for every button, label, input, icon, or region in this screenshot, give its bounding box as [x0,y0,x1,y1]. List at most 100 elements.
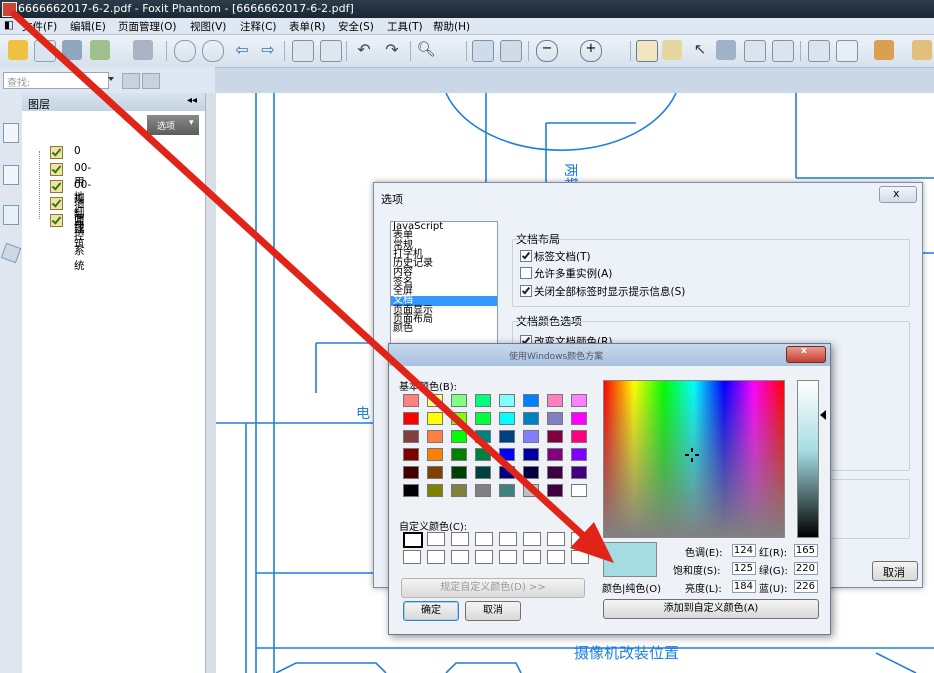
basic-color-swatch[interactable] [571,412,587,425]
color-close-button[interactable]: x [786,346,826,363]
layer-checkbox[interactable] [50,180,63,193]
foxit-app-icon[interactable] [2,2,17,17]
basic-color-swatch[interactable] [403,394,419,407]
basic-color-swatch[interactable] [523,412,539,425]
basic-color-swatch[interactable] [547,448,563,461]
search-input[interactable]: 查找: [3,72,109,89]
basic-color-swatch[interactable] [499,448,515,461]
custom-color-swatch[interactable] [403,550,421,564]
custom-color-swatch[interactable] [547,550,565,564]
layer-checkbox[interactable] [50,214,63,227]
search-dropdown-icon[interactable] [108,77,114,81]
basic-color-swatch[interactable] [475,430,491,443]
multi-instance-checkbox[interactable] [520,267,532,279]
form-icon[interactable] [836,40,858,62]
basic-color-swatch[interactable] [499,394,515,407]
basic-color-swatch[interactable] [547,466,563,479]
luminance-arrow-icon[interactable] [820,410,826,420]
basic-color-swatch[interactable] [451,484,467,497]
basic-color-swatch[interactable] [547,430,563,443]
hue-field[interactable]: 124 [732,544,756,557]
basic-color-swatch[interactable] [571,484,587,497]
basic-color-swatch[interactable] [403,466,419,479]
basic-color-swatch[interactable] [523,448,539,461]
basic-color-swatch[interactable] [499,484,515,497]
basic-color-swatch[interactable] [523,466,539,479]
green-field[interactable]: 220 [794,562,818,575]
basic-color-swatch[interactable] [475,412,491,425]
save-icon[interactable] [34,40,56,62]
stamp-icon[interactable] [874,40,894,60]
basic-color-swatch[interactable] [451,430,467,443]
print-icon[interactable] [62,40,82,60]
fit-page-icon[interactable] [472,40,494,62]
basic-color-swatch[interactable] [403,448,419,461]
basic-color-swatch[interactable] [523,394,539,407]
fit-width-icon[interactable] [500,40,522,62]
custom-color-swatch[interactable] [571,532,589,546]
prev-page-icon[interactable] [174,40,196,62]
basic-color-swatch[interactable] [523,430,539,443]
menu-app-icon[interactable]: ◧ [4,19,14,31]
redo-icon[interactable]: ↷ [382,40,402,60]
email-icon[interactable] [90,40,110,60]
custom-color-swatch[interactable] [499,532,517,546]
find-prev-icon[interactable] [122,73,140,89]
tab-docs-checkbox[interactable] [520,250,532,262]
menu-pages[interactable]: 页面管理(O) [118,19,176,34]
menu-edit[interactable]: 编辑(E) [70,19,106,34]
add-to-custom-colors-button[interactable]: 添加到自定义颜色(A) [603,599,819,619]
basic-color-swatch[interactable] [451,412,467,425]
menu-form[interactable]: 表单(R) [289,19,326,34]
basic-color-swatch[interactable] [475,466,491,479]
custom-color-swatch[interactable] [403,532,423,548]
undo-icon[interactable]: ↶ [354,40,374,60]
basic-color-swatch[interactable] [403,412,419,425]
text-box-icon[interactable] [744,40,766,62]
basic-color-swatch[interactable] [499,466,515,479]
image-icon[interactable] [772,40,794,62]
insert-icon[interactable] [320,40,342,62]
custom-color-swatch[interactable] [523,550,541,564]
luminance-slider[interactable] [797,380,819,538]
lum-field[interactable]: 184 [732,580,756,593]
custom-color-swatch[interactable] [499,550,517,564]
more-tools-icon[interactable] [912,40,932,60]
close-prompt-checkbox[interactable] [520,285,532,297]
zoom-out-icon[interactable]: − [536,40,558,62]
basic-color-swatch[interactable] [403,484,419,497]
basic-color-swatch[interactable] [427,430,443,443]
select-text-icon[interactable] [662,40,682,60]
basic-color-swatch[interactable] [499,412,515,425]
bookmarks-icon[interactable] [3,123,19,143]
options-cancel-button[interactable]: 取消 [872,561,918,581]
basic-color-swatch[interactable] [451,448,467,461]
menu-help[interactable]: 帮助(H) [433,19,470,34]
basic-color-swatch[interactable] [571,448,587,461]
collapse-icon[interactable]: ◂◂ [187,95,197,106]
custom-color-swatch[interactable] [427,532,445,546]
back-icon[interactable]: ⇦ [232,40,252,60]
basic-color-swatch[interactable] [547,394,563,407]
find-icon[interactable] [716,40,736,60]
custom-color-swatch[interactable] [547,532,565,546]
options-close-button[interactable]: x [879,186,917,203]
extract-icon[interactable] [292,40,314,62]
define-custom-colors-button[interactable]: 规定自定义颜色(D) >> [401,578,585,598]
basic-color-swatch[interactable] [547,484,563,497]
menu-file[interactable]: 文件(F) [22,19,57,34]
category-item[interactable]: 颜色 [391,324,497,334]
basic-color-swatch[interactable] [571,466,587,479]
layers-icon[interactable] [0,242,22,264]
basic-color-swatch[interactable] [451,466,467,479]
select-arrow-icon[interactable]: ↖ [690,40,710,60]
basic-color-swatch[interactable] [547,412,563,425]
zoom-icon[interactable]: 🔍︎ [416,40,436,60]
layer-checkbox[interactable] [50,146,63,159]
pages-icon[interactable] [3,165,19,185]
next-page-icon[interactable] [202,40,224,62]
ok-button[interactable]: 确定 [403,601,459,621]
custom-color-swatch[interactable] [427,550,445,564]
custom-color-swatch[interactable] [451,532,469,546]
basic-color-swatch[interactable] [571,430,587,443]
